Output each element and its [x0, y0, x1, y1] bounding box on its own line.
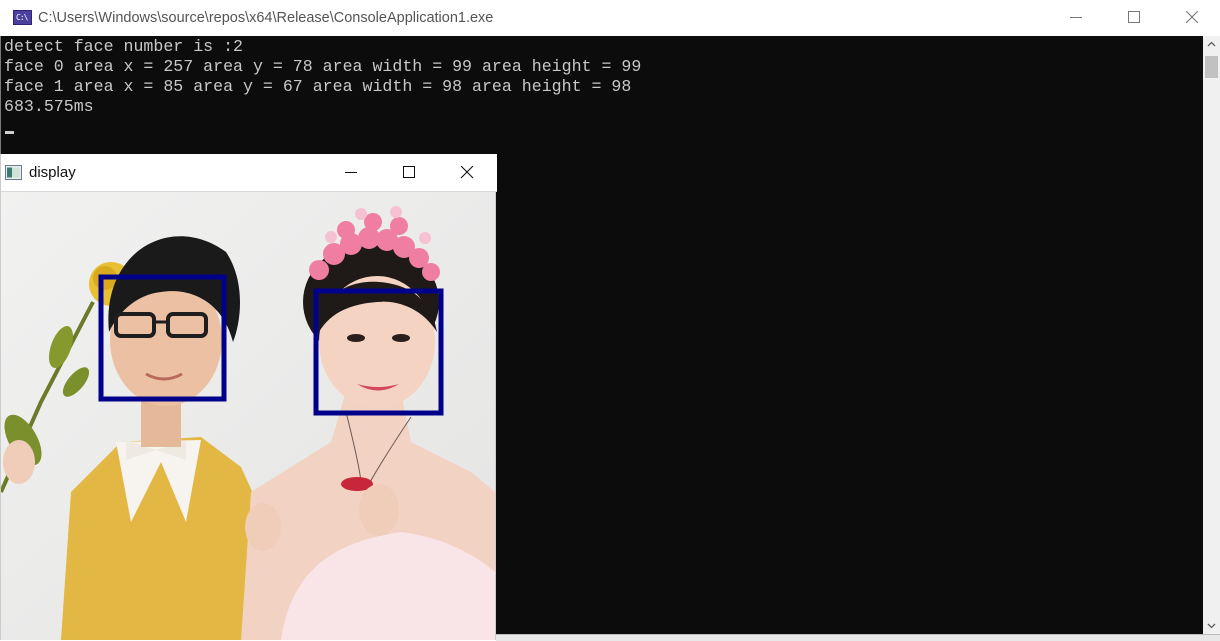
- console-titlebar[interactable]: C:\ C:\Users\Windows\source\repos\x64\Re…: [0, 0, 1220, 36]
- display-maximize-button[interactable]: [379, 154, 437, 191]
- console-app-icon: C:\: [13, 10, 32, 25]
- text-cursor: [5, 131, 14, 134]
- console-close-button[interactable]: [1163, 0, 1220, 36]
- console-line: detect face number is :2: [4, 37, 243, 56]
- scroll-up-button[interactable]: [1203, 36, 1220, 53]
- display-window: display: [0, 154, 497, 640]
- minimize-icon: [345, 172, 357, 173]
- minimize-icon: [1070, 17, 1082, 18]
- chevron-down-icon: [1207, 623, 1216, 629]
- display-minimize-button[interactable]: [321, 154, 379, 191]
- close-icon: [460, 166, 474, 179]
- display-close-button[interactable]: [437, 154, 495, 191]
- console-minimize-button[interactable]: [1047, 0, 1105, 36]
- couple-photo: [1, 192, 495, 640]
- console-line: 683.575ms: [4, 97, 94, 116]
- display-titlebar[interactable]: display: [1, 154, 497, 192]
- maximize-icon: [1128, 11, 1140, 23]
- face-detection-image: [1, 192, 495, 640]
- console-line: face 1 area x = 85 area y = 67 area widt…: [4, 77, 632, 96]
- vertical-scrollbar[interactable]: [1203, 36, 1220, 634]
- scroll-thumb[interactable]: [1205, 56, 1218, 78]
- console-window-title: C:\Users\Windows\source\repos\x64\Releas…: [38, 10, 494, 26]
- console-line: face 0 area x = 257 area y = 78 area wid…: [4, 57, 642, 76]
- console-maximize-button[interactable]: [1105, 0, 1163, 36]
- window-app-icon: [5, 165, 22, 180]
- close-icon: [1185, 11, 1199, 24]
- maximize-icon: [403, 166, 415, 178]
- scroll-down-button[interactable]: [1203, 617, 1220, 634]
- chevron-up-icon: [1207, 41, 1216, 47]
- display-window-title: display: [29, 164, 76, 181]
- console-output: detect face number is :2 face 0 area x =…: [4, 37, 641, 117]
